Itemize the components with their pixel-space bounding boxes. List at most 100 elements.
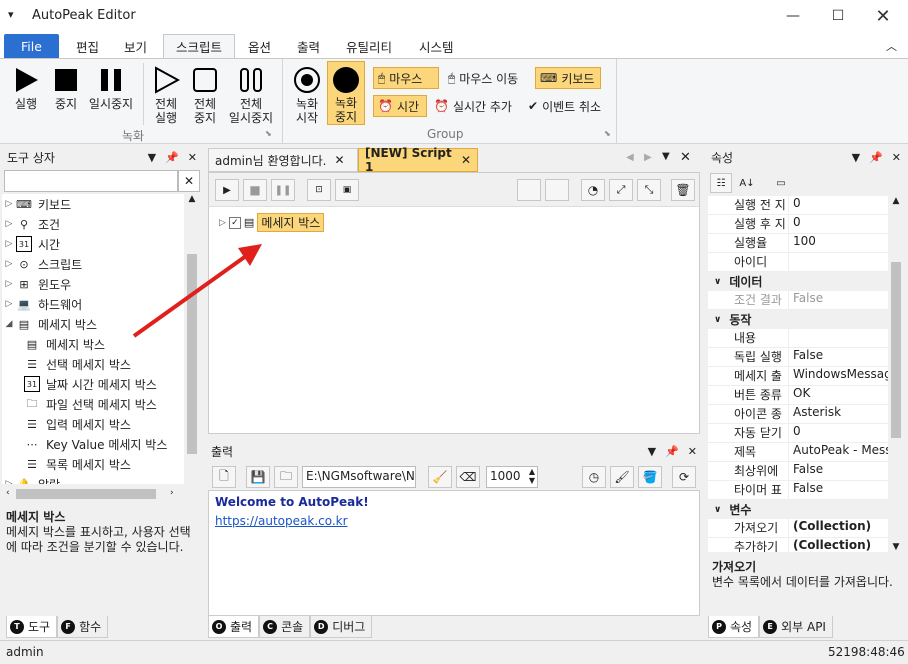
pause-all-button[interactable]: 전체 일시중지 xyxy=(226,63,276,125)
prop-row[interactable]: 최상위에 False xyxy=(708,462,888,481)
blank-button-1[interactable] xyxy=(517,179,541,201)
blank-button-2[interactable] xyxy=(545,179,569,201)
system-menu-icon[interactable]: ▾ xyxy=(8,8,14,21)
prop-row[interactable]: 자동 닫기 0 xyxy=(708,424,888,443)
tree-item-alarm[interactable]: ▷🔔알람 xyxy=(2,474,184,485)
mouse-toggle[interactable]: 🖱 마우스 xyxy=(373,67,439,89)
tab-script[interactable]: 스크립트 xyxy=(163,34,236,58)
toolbox-search-input[interactable] xyxy=(4,170,178,192)
categorized-button[interactable]: ☷ xyxy=(710,173,732,193)
save-button[interactable]: 💾 xyxy=(246,466,270,488)
prop-row[interactable]: 타이머 표 False xyxy=(708,481,888,500)
group-launcher-icon[interactable]: ⬊ xyxy=(604,129,611,138)
realtime-add-toggle[interactable]: ⏰ 실시간 추가 xyxy=(430,95,516,117)
prop-row[interactable]: 추가하기 (Collection) xyxy=(708,538,888,552)
close-button[interactable]: ✕ xyxy=(860,0,906,32)
tree-child-select-messagebox[interactable]: ☰ 선택 메세지 박스 xyxy=(2,354,184,374)
category-data[interactable]: ∨ 데이터 xyxy=(708,272,888,291)
delete-button[interactable]: 🗑 xyxy=(671,179,695,201)
close-icon[interactable]: ✕ xyxy=(680,150,691,165)
clock-button[interactable]: ◷ xyxy=(582,466,606,488)
tab-functions[interactable]: F 함수 xyxy=(57,616,109,638)
expand-arrow-icon[interactable]: ▷ xyxy=(219,218,226,228)
tree-child-datetime-messagebox[interactable]: 31 날짜 시간 메세지 박스 xyxy=(2,374,184,394)
time-toggle[interactable]: ⏰ 시간 xyxy=(373,95,427,117)
prop-row[interactable]: 실행 전 지0 xyxy=(708,196,888,215)
node-checkbox[interactable]: ✓ xyxy=(228,216,241,229)
editor-run-button[interactable]: ▶ xyxy=(215,179,239,201)
toolbox-hscrollbar[interactable]: ‹ › xyxy=(2,486,184,502)
alphabetical-button[interactable]: A↓ xyxy=(736,173,758,193)
brush-button[interactable]: 🖌 xyxy=(610,466,634,488)
close-icon[interactable]: ✕ xyxy=(461,153,471,167)
record-stop-button[interactable]: 녹화 중지 xyxy=(327,61,365,125)
tree-child-input-messagebox[interactable]: ☰ 입력 메세지 박스 xyxy=(2,414,184,434)
tab-console[interactable]: C 콘솔 xyxy=(259,616,311,638)
close-icon[interactable]: ✕ xyxy=(334,153,344,167)
website-link[interactable]: https://autopeak.co.kr xyxy=(215,512,693,531)
editor-stop-button[interactable]: ■ xyxy=(243,179,267,201)
close-icon[interactable]: ✕ xyxy=(892,151,901,164)
tree-child-keyvalue-messagebox[interactable]: ⋯ Key Value 메세지 박스 xyxy=(2,434,184,454)
editor-pause-button[interactable]: ❚❚ xyxy=(271,179,295,201)
property-pages-button[interactable]: ▭ xyxy=(770,173,792,193)
tree-item-script[interactable]: ▷ ⊙ 스크립트 xyxy=(2,254,184,274)
prop-row[interactable]: 제목AutoPeak - Messa xyxy=(708,443,888,462)
category-action[interactable]: ∨ 동작 xyxy=(708,310,888,329)
tree-child-file-messagebox[interactable]: 🗀 파일 선택 메세지 박스 xyxy=(2,394,184,414)
tab-options[interactable]: 옵션 xyxy=(236,34,283,58)
tab-view[interactable]: 보기 xyxy=(112,34,159,58)
tree-item-keyboard[interactable]: ▷ ⌨ 키보드 xyxy=(2,194,184,214)
refresh-button[interactable]: ⟳ xyxy=(672,466,696,488)
clean-button[interactable]: 🧹 xyxy=(428,466,452,488)
tab-edit[interactable]: 편집 xyxy=(64,34,111,58)
tab-utility[interactable]: 유틸리티 xyxy=(334,34,404,58)
close-icon[interactable]: ✕ xyxy=(188,151,197,164)
minimize-button[interactable]: — xyxy=(770,0,816,32)
eraser-button[interactable]: ⌫ xyxy=(456,466,480,488)
prop-row[interactable]: 가져오기 (Collection) xyxy=(708,519,888,538)
run-all-button[interactable]: 전체 실행 xyxy=(148,63,184,125)
path-input[interactable]: E:\NGMsoftware\NG xyxy=(302,466,416,488)
prop-row[interactable]: 독립 실행 False xyxy=(708,348,888,367)
tab-system[interactable]: 시스템 xyxy=(407,34,466,58)
expand-button[interactable]: ⤢ xyxy=(609,179,633,201)
prop-row[interactable]: 아이콘 종 Asterisk xyxy=(708,405,888,424)
tab-output[interactable]: 출력 xyxy=(285,34,332,58)
event-cancel-toggle[interactable]: ✔ 이벤트 취소 xyxy=(524,95,605,117)
open-folder-button[interactable]: 🗀 xyxy=(274,466,298,488)
keyboard-toggle[interactable]: ⌨ 키보드 xyxy=(535,67,601,89)
prop-row[interactable]: 내용 xyxy=(708,329,888,348)
group-launcher-icon[interactable]: ⬊ xyxy=(265,129,272,138)
tree-item-window[interactable]: ▷ ⊞ 윈도우 xyxy=(2,274,184,294)
toolbox-scrollbar[interactable]: ▲ xyxy=(184,194,200,484)
tree-item-messagebox[interactable]: ◢ ▤ 메세지 박스 xyxy=(2,314,184,334)
new-log-button[interactable]: 🗋 xyxy=(212,466,236,488)
prop-row[interactable]: 실행 후 지0 xyxy=(708,215,888,234)
tree-item-condition[interactable]: ▷ ⚲ 조건 xyxy=(2,214,184,234)
tab-properties[interactable]: P 속성 xyxy=(708,616,760,638)
record-start-button[interactable]: 녹화 시작 xyxy=(290,63,324,125)
fill-button[interactable]: 🪣 xyxy=(638,466,662,488)
node-label[interactable]: 메세지 박스 xyxy=(257,213,325,232)
category-variables[interactable]: ∨ 변수 xyxy=(708,500,888,519)
maximize-button[interactable]: ☐ xyxy=(815,0,861,32)
run-to-button[interactable]: ▣ xyxy=(335,179,359,201)
pause-button[interactable]: 일시중지 xyxy=(86,63,136,111)
pin-icon[interactable]: 📌 xyxy=(165,151,179,164)
tree-item-hardware[interactable]: ▷ 💻 하드웨어 xyxy=(2,294,184,314)
script-node[interactable]: ▷ ✓ ▤ 메세지 박스 xyxy=(219,213,325,232)
dropdown-icon[interactable]: ▼ xyxy=(648,445,656,458)
tab-debug[interactable]: D 디버그 xyxy=(310,616,373,638)
history-button[interactable]: ◔ xyxy=(581,179,605,201)
property-scrollbar[interactable]: ▲ ▼ xyxy=(888,196,904,552)
tab-file[interactable]: File xyxy=(4,34,59,58)
tree-child-messagebox[interactable]: ▤ 메세지 박스 xyxy=(2,334,184,354)
clear-search-button[interactable]: ✕ xyxy=(178,170,200,192)
dropdown-icon[interactable]: ▼ xyxy=(852,151,860,164)
tree-item-time[interactable]: ▷ 31 시간 xyxy=(2,234,184,254)
tab-external-api[interactable]: E 외부 API xyxy=(759,616,833,638)
tree-child-list-messagebox[interactable]: ☰ 목록 메세지 박스 xyxy=(2,454,184,474)
close-icon[interactable]: ✕ xyxy=(688,445,697,458)
pin-icon[interactable]: 📌 xyxy=(869,151,883,164)
